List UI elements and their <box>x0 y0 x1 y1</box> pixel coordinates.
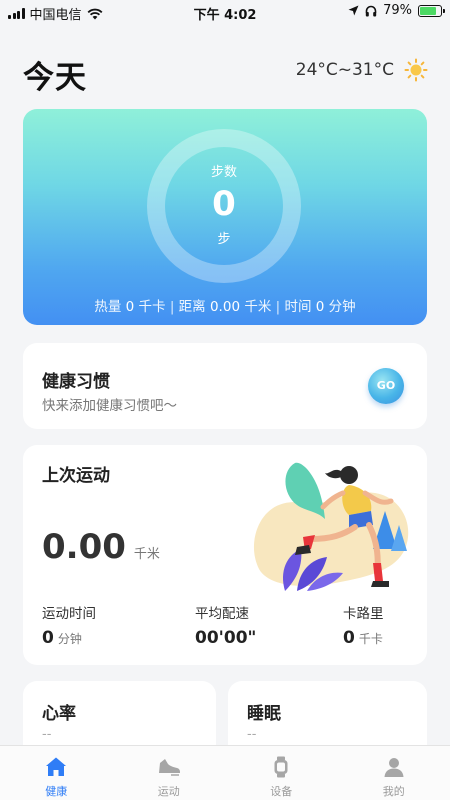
page-title: 今天 <box>23 60 87 96</box>
distance-unit: 千米 <box>244 299 272 315</box>
steps-summary: 热量 0 千卡 | 距离 0.00 千米 | 时间 0 分钟 <box>23 295 427 315</box>
location-arrow-icon <box>348 5 359 16</box>
sleep-value: -- <box>247 727 257 742</box>
heart-rate-value: -- <box>42 727 52 742</box>
go-button[interactable]: GO <box>368 368 404 404</box>
headphones-icon <box>365 5 377 16</box>
stat-duration: 运动时间 0 分钟 <box>42 602 96 648</box>
distance-unit: 千米 <box>133 547 160 562</box>
stat-unit: 分钟 <box>57 632 82 646</box>
tab-health[interactable]: 健康 <box>0 746 113 800</box>
stat-label: 运动时间 <box>42 606 96 622</box>
heart-rate-title: 心率 <box>42 704 76 724</box>
status-right: 79% <box>348 3 445 18</box>
stat-value: 0 <box>343 628 355 648</box>
distance-value: 0.00 <box>209 299 241 315</box>
health-habit-card[interactable]: 健康习惯 快来添加健康习惯吧～ GO <box>23 343 427 429</box>
heat-label: 热量 <box>94 299 122 315</box>
time-label: 时间 <box>284 299 312 315</box>
last-sport-distance: 0.00 千米 <box>42 527 160 567</box>
stat-value: 00'00" <box>195 628 257 648</box>
steps-card[interactable]: 步数 0 步 热量 0 千卡 | 距离 0.00 千米 | 时间 0 分钟 <box>23 109 427 325</box>
last-sport-card[interactable]: 上次运动 0.00 千米 运动时间 0 分钟 平均配速 00'00" 卡路里 0… <box>23 445 427 665</box>
person-icon <box>384 758 404 777</box>
weather-info[interactable]: 24°C~31°C <box>296 58 428 82</box>
stat-calories: 卡路里 0 千卡 <box>343 602 384 648</box>
stat-unit: 千卡 <box>358 632 383 646</box>
time-unit: 分钟 <box>328 299 356 315</box>
temperature-range: 24°C~31°C <box>295 60 394 80</box>
tab-label: 运动 <box>157 785 180 798</box>
battery-icon <box>418 4 445 17</box>
steps-unit: 步 <box>217 232 231 247</box>
sleep-title: 睡眠 <box>247 704 281 724</box>
steps-label: 步数 <box>210 165 237 180</box>
last-sport-title: 上次运动 <box>42 466 110 486</box>
runner-illustration <box>253 462 409 591</box>
tab-label: 我的 <box>382 785 405 798</box>
habit-title: 健康习惯 <box>42 372 110 392</box>
habit-subtitle: 快来添加健康习惯吧～ <box>42 398 177 414</box>
steps-value: 0 <box>212 184 236 224</box>
stat-value: 0 <box>42 628 54 648</box>
summary-separator: | <box>275 299 281 315</box>
tab-mine[interactable]: 我的 <box>338 746 450 800</box>
distance-value: 0.00 <box>42 527 126 567</box>
sun-icon <box>404 58 428 82</box>
bottom-tab-bar: 健康 运动 设备 我的 <box>0 745 450 800</box>
heat-value: 0 <box>125 299 135 315</box>
status-bar: 中国电信 下午 4:02 79% <box>0 0 450 24</box>
stat-pace: 平均配速 00'00" <box>195 602 256 648</box>
battery-percent: 79% <box>383 3 412 18</box>
home-icon <box>46 757 67 776</box>
watch-icon <box>274 756 288 778</box>
tab-label: 设备 <box>270 785 293 798</box>
tab-label: 健康 <box>45 785 68 798</box>
shoe-icon <box>158 759 180 776</box>
steps-ring: 步数 0 步 <box>147 129 301 283</box>
stat-label: 平均配速 <box>195 606 249 622</box>
stat-label: 卡路里 <box>343 606 384 622</box>
distance-label: 距离 <box>178 299 206 315</box>
heat-unit: 千卡 <box>138 299 166 315</box>
summary-separator: | <box>169 299 175 315</box>
tab-device[interactable]: 设备 <box>225 746 338 800</box>
time-value: 0 <box>315 299 325 315</box>
tab-sport[interactable]: 运动 <box>113 746 226 800</box>
